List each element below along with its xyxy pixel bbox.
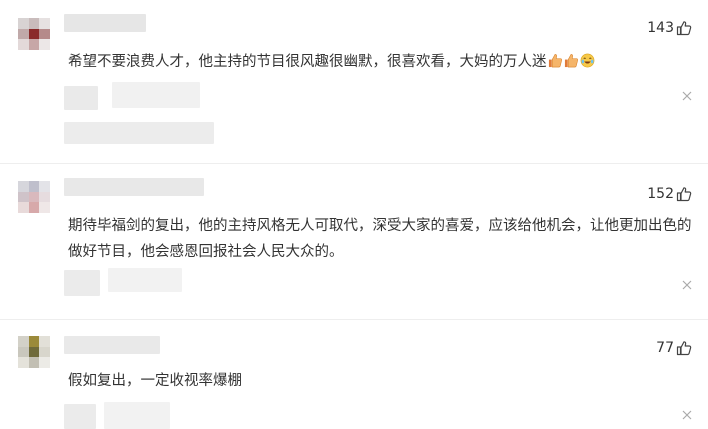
comment-item: 143 希望不要浪费人才，他主持的节目很风趣很幽默，很喜欢看，大妈的万人迷	[0, 0, 708, 160]
close-icon[interactable]	[682, 410, 692, 420]
comment-item: 152 期待毕福剑的复出，他的主持风格无人可取代，深受大家的喜爱，应该给他机会，…	[0, 164, 708, 314]
thumbs-up-icon	[548, 54, 562, 68]
thumbs-up-icon	[676, 21, 692, 36]
thumbs-up-icon	[676, 187, 692, 202]
like-count: 77	[656, 340, 674, 356]
like-button[interactable]: 77	[656, 340, 692, 356]
avatar[interactable]	[18, 336, 50, 368]
like-button[interactable]: 143	[647, 20, 692, 36]
reply-blurred	[64, 86, 98, 110]
like-count: 152	[647, 186, 674, 202]
thumbs-up-icon	[676, 341, 692, 356]
reply-blurred	[64, 404, 96, 429]
reply-blurred	[104, 402, 170, 429]
comment-text: 假如复出，一定收视率爆棚	[68, 373, 242, 389]
comment-text: 期待毕福剑的复出，他的主持风格无人可取代，深受大家的喜爱，应该给他机会，让他更加…	[68, 218, 692, 260]
username-blurred[interactable]	[64, 14, 146, 32]
avatar[interactable]	[18, 181, 50, 213]
reply-blurred	[64, 270, 100, 296]
reply-blurred	[108, 268, 182, 292]
comment-item: 77 假如复出，一定收视率爆棚	[0, 320, 708, 429]
reply-blurred	[112, 82, 200, 108]
avatar[interactable]	[18, 18, 50, 50]
close-icon[interactable]	[682, 280, 692, 290]
like-count: 143	[647, 20, 674, 36]
username-blurred[interactable]	[64, 178, 204, 196]
thumbs-up-icon	[564, 54, 578, 68]
like-button[interactable]: 152	[647, 186, 692, 202]
comment-text: 希望不要浪费人才，他主持的节目很风趣很幽默，很喜欢看，大妈的万人迷	[68, 49, 694, 75]
reply-blurred	[64, 122, 214, 144]
username-blurred[interactable]	[64, 336, 160, 354]
close-icon[interactable]	[682, 91, 692, 101]
laughing-tears-icon	[580, 53, 594, 68]
